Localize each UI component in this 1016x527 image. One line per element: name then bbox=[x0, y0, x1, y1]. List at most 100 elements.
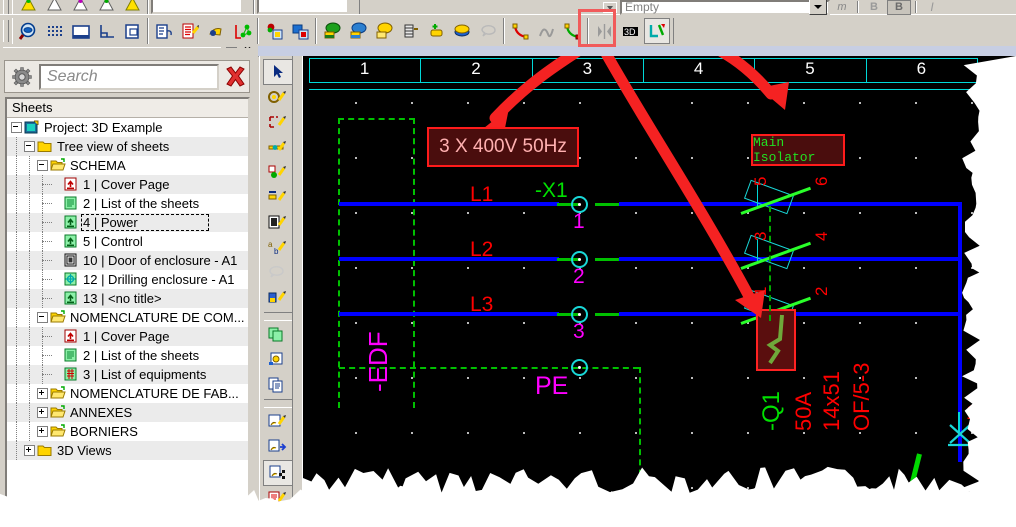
isolator-callout[interactable]: Main Isolator bbox=[751, 134, 845, 166]
edit-list-icon[interactable] bbox=[178, 19, 202, 43]
toolbar-grip[interactable] bbox=[3, 0, 9, 14]
label-q1: -Q1 bbox=[758, 390, 785, 431]
pen-edit-icon[interactable] bbox=[263, 286, 291, 310]
tree-item-2-list-of-the-sheets[interactable]: 2 | List of the sheets bbox=[7, 346, 248, 365]
label-q2: -Q2 bbox=[788, 514, 833, 527]
style-combo-1[interactable] bbox=[151, 0, 243, 14]
tree-item-13-no-title[interactable]: 13 | <no title> bbox=[7, 289, 248, 308]
tree-toggle-minus[interactable] bbox=[24, 141, 35, 152]
balloon-icon[interactable] bbox=[263, 261, 291, 285]
balloon-icon[interactable] bbox=[476, 19, 500, 43]
wire-edit-icon[interactable] bbox=[263, 136, 291, 160]
tree-item-nomenclature-de-fab[interactable]: NOMENCLATURE DE FAB... bbox=[7, 384, 248, 403]
page-view-icon[interactable] bbox=[68, 19, 92, 43]
toolbar-grip-2[interactable] bbox=[3, 20, 9, 42]
symbol-edit-icon[interactable] bbox=[263, 161, 291, 185]
coordinate-system-icon[interactable] bbox=[94, 19, 118, 43]
cabinet-icon[interactable] bbox=[398, 19, 422, 43]
3d-green-icon[interactable] bbox=[320, 19, 344, 43]
style-combo-2[interactable] bbox=[257, 0, 349, 14]
paint-checker-icon[interactable] bbox=[263, 460, 293, 486]
tree-item-1-cover-page[interactable]: 1 | Cover Page bbox=[7, 327, 248, 346]
grid-icon[interactable] bbox=[42, 19, 66, 43]
print-icon[interactable] bbox=[94, 0, 118, 14]
paint-plus-icon[interactable] bbox=[263, 435, 291, 459]
tree-item-12-drilling-enclosure-a1[interactable]: 12 | Drilling enclosure - A1 bbox=[7, 270, 248, 289]
copy-sheet-icon[interactable] bbox=[263, 323, 291, 347]
properties-icon[interactable] bbox=[152, 19, 176, 43]
cross-reference-icon[interactable] bbox=[230, 19, 254, 43]
drawing-canvas[interactable]: 123456 L1 L2 L3 -X1 1 2 3 -EDF PE 5 6 3 … bbox=[303, 56, 1016, 527]
save-icon[interactable] bbox=[68, 0, 92, 14]
tree-item-4-power[interactable]: 4 | Power bbox=[7, 213, 248, 232]
combo-arrow-icon[interactable] bbox=[809, 0, 827, 15]
tree-item-borniers[interactable]: BORNIERS bbox=[7, 422, 248, 441]
new-icon[interactable] bbox=[16, 0, 40, 14]
italic-button[interactable]: I bbox=[921, 0, 943, 14]
tree-toggle-plus[interactable] bbox=[37, 388, 48, 399]
tree-toggle-minus[interactable] bbox=[37, 312, 48, 323]
tick-5 bbox=[757, 184, 758, 206]
3d-yellow-icon[interactable] bbox=[372, 19, 396, 43]
tree-item-annexes[interactable]: ANNEXES bbox=[7, 403, 248, 422]
tree-item-5-control[interactable]: 5 | Control bbox=[7, 232, 248, 251]
translate-icon[interactable] bbox=[204, 19, 228, 43]
copy-pages-icon[interactable] bbox=[263, 373, 291, 397]
style-combo-empty[interactable]: Empty bbox=[620, 0, 830, 15]
curve-white-icon[interactable] bbox=[534, 19, 558, 43]
symbol-toolbar-group bbox=[258, 18, 316, 44]
terminal-pe[interactable] bbox=[571, 359, 588, 376]
curve-red-icon[interactable] bbox=[508, 19, 532, 43]
list-plus-icon[interactable] bbox=[263, 512, 291, 527]
frame-edit-icon[interactable] bbox=[263, 111, 291, 135]
select-arrow-icon[interactable] bbox=[263, 59, 293, 85]
bold-alt-button[interactable]: B bbox=[887, 0, 911, 15]
tree-item-schema[interactable]: SCHEMA bbox=[7, 156, 248, 175]
tree-toggle-minus[interactable] bbox=[11, 122, 22, 133]
page-edit-icon[interactable] bbox=[263, 348, 291, 372]
tree-item-tree-view-of-sheets[interactable]: Tree view of sheets bbox=[7, 137, 248, 156]
supply-callout[interactable]: 3 X 400V 50Hz bbox=[427, 127, 579, 167]
cable-icon[interactable] bbox=[450, 19, 474, 43]
tree-item-project-3d-example[interactable]: Project: 3D Example bbox=[7, 118, 248, 137]
wire-l3-mid2 bbox=[595, 313, 621, 316]
text-edit-icon[interactable]: ab bbox=[263, 236, 291, 260]
sheets-tree[interactable]: Sheets Project: 3D Example Tree view of s… bbox=[5, 97, 250, 522]
search-input[interactable]: Search bbox=[39, 63, 219, 90]
device-edit-icon[interactable] bbox=[263, 211, 291, 235]
add-device-icon[interactable] bbox=[424, 19, 448, 43]
export-3d-icon[interactable] bbox=[644, 18, 670, 44]
tree-item-10-door-of-enclosure-a1[interactable]: 10 | Door of enclosure - A1 bbox=[7, 251, 248, 270]
symbol-db-icon[interactable] bbox=[262, 19, 286, 43]
tree-body[interactable]: Project: 3D Example Tree view of sheets SC… bbox=[7, 118, 248, 460]
tree-toggle-minus[interactable] bbox=[37, 160, 48, 171]
tree-toggle-plus[interactable] bbox=[37, 426, 48, 437]
paint-icon[interactable] bbox=[263, 410, 291, 434]
tree-toggle-plus[interactable] bbox=[24, 445, 35, 456]
tree-item-1-cover-page[interactable]: 1 | Cover Page bbox=[7, 175, 248, 194]
terminal-edit-icon[interactable] bbox=[263, 186, 291, 210]
preview-icon[interactable] bbox=[120, 0, 144, 14]
mirror-icon[interactable] bbox=[592, 19, 616, 43]
supply-frame bbox=[338, 118, 340, 408]
tree-toggle-plus[interactable] bbox=[37, 407, 48, 418]
zoom-window-icon[interactable] bbox=[16, 19, 40, 43]
3d-view-icon[interactable]: 3D bbox=[618, 19, 642, 43]
tree-item-2-list-of-the-sheets[interactable]: 2 | List of the sheets bbox=[7, 194, 248, 213]
3d-blue-icon[interactable] bbox=[346, 19, 370, 43]
tree-item-3-list-of-equipments[interactable]: 3 | List of equipments bbox=[7, 365, 248, 384]
replace-symbol-icon[interactable] bbox=[288, 19, 312, 43]
zoom-edit-icon[interactable] bbox=[263, 86, 291, 110]
tree-item-3d-views[interactable]: 3D Views bbox=[7, 441, 248, 460]
font-style-icon[interactable]: m bbox=[831, 1, 853, 14]
duplicate-page-icon[interactable] bbox=[120, 19, 144, 43]
curve-green-icon[interactable] bbox=[560, 19, 584, 43]
chevron-down-icon[interactable] bbox=[601, 1, 619, 14]
gear-icon[interactable] bbox=[7, 62, 37, 92]
bold-button[interactable]: B bbox=[863, 1, 885, 14]
tree-item-nomenclature-de-com[interactable]: NOMENCLATURE DE COM... bbox=[7, 308, 248, 327]
close-red-x-icon[interactable] bbox=[221, 62, 249, 92]
open-icon[interactable] bbox=[42, 0, 66, 14]
list-edit-icon[interactable] bbox=[263, 487, 291, 511]
header-bottom-rule bbox=[309, 82, 977, 83]
